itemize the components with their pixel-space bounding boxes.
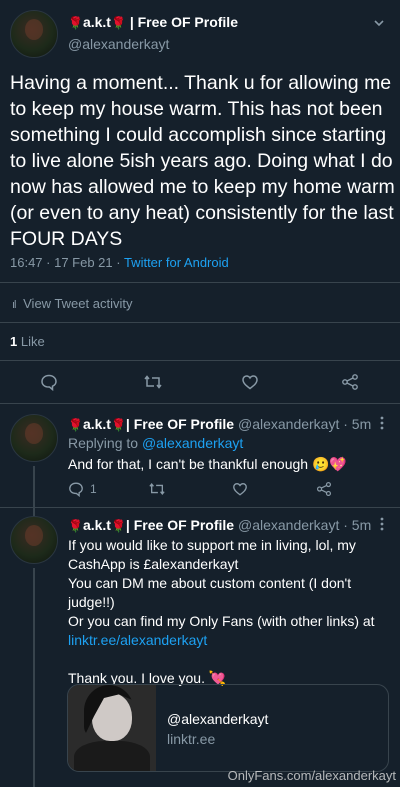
author-name[interactable]: 🌹a.k.t🌹 | Free OF Profile <box>68 14 238 30</box>
bar-chart-icon: ıl <box>12 299 16 311</box>
rose-icon: 🌹 <box>110 519 126 533</box>
reply-line: You can DM me about custom content (I do… <box>68 575 352 610</box>
reply-text: And for that, I can't be thankful enough… <box>68 455 388 474</box>
reply-icon[interactable] <box>68 481 84 497</box>
retweet-icon[interactable] <box>148 481 166 497</box>
link-card-image <box>68 685 156 771</box>
avatar[interactable] <box>10 516 58 564</box>
reply-text: If you would like to support me in livin… <box>68 536 386 688</box>
display-name-suffix: | Free OF Profile <box>125 416 235 432</box>
likes-count: 1 <box>10 334 18 349</box>
tweet-meta: 16:47 · 17 Feb 21 · Twitter for Android <box>10 255 229 270</box>
client-link[interactable]: Twitter for Android <box>124 255 229 270</box>
link-card-title: @alexanderkayt <box>167 711 269 727</box>
display-name-suffix: | Free OF Profile <box>129 14 238 30</box>
divider <box>0 507 400 508</box>
share-icon[interactable] <box>316 481 332 497</box>
watermark: OnlyFans.com/alexanderkayt <box>227 768 396 783</box>
display-name: a.k.t <box>82 517 111 533</box>
display-name: a.k.t <box>82 14 111 30</box>
divider <box>0 360 400 361</box>
rose-icon: 🌹 <box>110 418 126 432</box>
link-card[interactable]: @alexanderkayt linktr.ee <box>67 684 389 772</box>
tweet-text: Having a moment... Thank u for allowing … <box>10 72 395 250</box>
emoji: 🥲💖 <box>311 456 347 472</box>
divider <box>0 322 400 323</box>
reply-count: 1 <box>90 482 97 496</box>
portrait-shoulders <box>74 741 150 771</box>
timestamp[interactable]: 16:47 · 17 Feb 21 · <box>10 255 124 270</box>
likes-label: Like <box>20 334 45 349</box>
avatar[interactable] <box>10 10 58 58</box>
view-activity-label: View Tweet activity <box>23 296 133 311</box>
more-icon[interactable] <box>380 416 384 430</box>
thread-line <box>33 568 35 787</box>
divider <box>0 282 400 283</box>
author-handle: @alexanderkayt · 5m <box>237 416 372 432</box>
reply-line: If you would like to support me in livin… <box>68 537 356 572</box>
reply-line: Or you can find my Only Fans (with other… <box>68 613 375 629</box>
thread-line <box>33 508 35 516</box>
replying-to: Replying to @alexanderkayt <box>68 435 243 451</box>
retweet-icon[interactable] <box>143 373 163 391</box>
rose-icon: 🌹 <box>68 418 83 432</box>
author-row[interactable]: 🌹a.k.t🌹| Free OF Profile @alexanderkayt … <box>68 517 371 533</box>
view-activity-row[interactable]: ıl View Tweet activity <box>12 296 132 311</box>
thread-line <box>33 466 35 510</box>
reply-text-content: And for that, I can't be thankful enough <box>68 456 309 472</box>
replying-prefix: Replying to <box>68 435 142 451</box>
linktree-link[interactable]: linktr.ee/alexanderkayt <box>68 631 386 650</box>
rose-icon: 🌹 <box>110 16 126 30</box>
author-row[interactable]: 🌹a.k.t🌹| Free OF Profile @alexanderkayt … <box>68 416 371 432</box>
like-icon[interactable] <box>241 373 259 391</box>
divider <box>0 403 400 404</box>
author-handle[interactable]: @alexanderkayt <box>68 36 169 52</box>
display-name-suffix: | Free OF Profile <box>125 517 235 533</box>
rose-icon: 🌹 <box>68 519 83 533</box>
replying-handle-link[interactable]: @alexanderkayt <box>142 435 243 451</box>
display-name: a.k.t <box>82 416 111 432</box>
link-card-domain: linktr.ee <box>167 731 216 747</box>
chevron-down-icon[interactable] <box>372 16 386 30</box>
share-icon[interactable] <box>341 373 359 391</box>
more-icon[interactable] <box>380 517 384 531</box>
rose-icon: 🌹 <box>68 16 83 30</box>
likes-row[interactable]: 1 Like <box>10 334 45 349</box>
avatar[interactable] <box>10 414 58 462</box>
like-icon[interactable] <box>232 481 248 497</box>
reply-icon[interactable] <box>40 373 58 391</box>
author-handle: @alexanderkayt · 5m <box>237 517 372 533</box>
